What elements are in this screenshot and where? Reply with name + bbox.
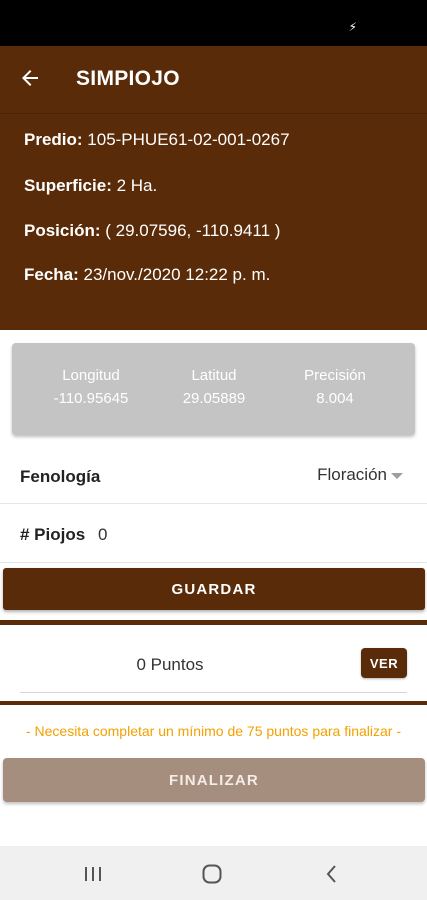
points-count: 0 Puntos: [136, 655, 204, 674]
home-icon[interactable]: [200, 862, 224, 886]
section-divider: [0, 620, 427, 625]
app-header: SIMPIOJO Predio: 105-PHUE61-02-001-0267 …: [0, 46, 427, 330]
guardar-button[interactable]: GUARDAR: [3, 568, 425, 610]
precision-label: Precisión: [304, 367, 366, 384]
toolbar: SIMPIOJO: [0, 46, 427, 114]
superficie-value: 2 Ha.: [111, 176, 158, 195]
recent-apps-icon[interactable]: [81, 862, 105, 886]
posicion-label: Posición:: [24, 221, 101, 240]
status-bar: ⚡: [0, 0, 427, 46]
piojos-label: # Piojos: [20, 525, 86, 544]
predio-row: Predio: 105-PHUE61-02-001-0267: [24, 130, 290, 150]
superficie-label: Superficie:: [24, 176, 112, 195]
posicion-value: ( 29.07596, -110.9411 ): [100, 221, 281, 240]
longitud-label: Longitud: [62, 367, 120, 384]
predio-label: Predio:: [24, 130, 83, 149]
posicion-row: Posición: ( 29.07596, -110.9411 ): [24, 221, 280, 241]
fecha-label: Fecha:: [24, 265, 79, 284]
latitud-column: Latitud 29.05889: [159, 367, 269, 407]
longitud-column: Longitud -110.95645: [36, 367, 146, 407]
piojos-input[interactable]: 0: [98, 525, 138, 545]
warning-message: - Necesita completar un mínimo de 75 pun…: [25, 723, 402, 739]
finalizar-button[interactable]: FINALIZAR: [3, 758, 425, 802]
precision-value: 8.004: [316, 390, 354, 407]
app-title: SIMPIOJO: [76, 67, 180, 90]
back-arrow-icon[interactable]: [18, 66, 42, 90]
fenologia-label: Fenología: [20, 467, 101, 486]
longitud-value: -110.95645: [53, 390, 129, 407]
piojos-row: # Piojos 0: [0, 505, 427, 563]
section-divider-bottom: [0, 701, 427, 705]
ver-button[interactable]: VER: [361, 648, 407, 678]
fecha-value: 23/nov./2020 12:22 p. m.: [78, 265, 271, 284]
latitud-label: Latitud: [191, 367, 237, 384]
fenologia-row: Fenología Floración: [0, 447, 427, 504]
predio-value: 105-PHUE61-02-001-0267: [82, 130, 290, 149]
fenologia-select[interactable]: Floración: [287, 447, 427, 504]
points-divider: [20, 692, 407, 693]
precision-column: Precisión 8.004: [280, 367, 390, 407]
fenologia-selected-value: Floración: [317, 465, 387, 484]
navigation-bar: [0, 846, 427, 900]
dropdown-arrow-icon: [391, 473, 403, 479]
latitud-value: 29.05889: [182, 390, 246, 407]
fecha-row: Fecha: 23/nov./2020 12:22 p. m.: [24, 265, 270, 285]
gps-card: Longitud -110.95645 Latitud 29.05889 Pre…: [12, 343, 415, 435]
back-nav-icon[interactable]: [320, 862, 344, 886]
battery-charging-icon: ⚡: [348, 20, 357, 34]
superficie-row: Superficie: 2 Ha.: [24, 176, 157, 196]
